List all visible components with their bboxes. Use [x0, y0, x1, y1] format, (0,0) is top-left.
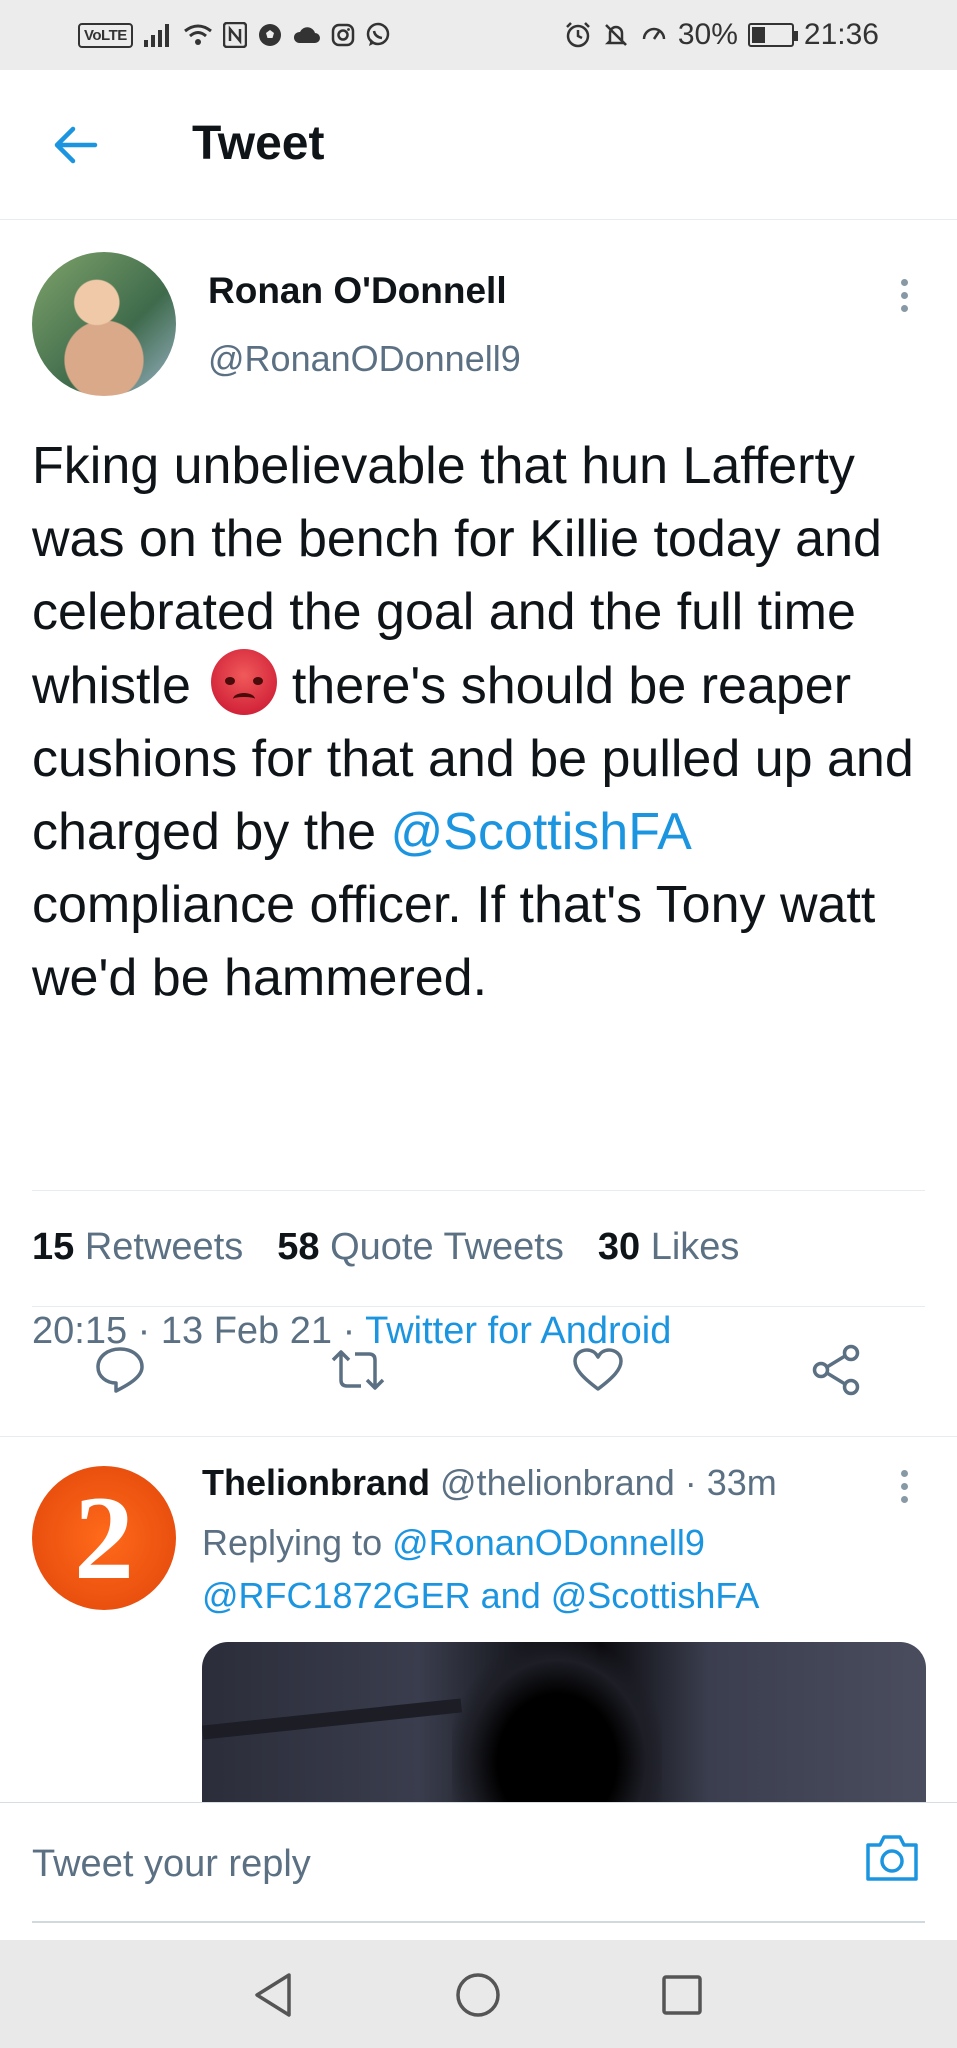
reply-mention-1[interactable]: @RonanODonnell9 — [392, 1522, 705, 1563]
reply-mention-2[interactable]: @RFC1872GER — [202, 1575, 471, 1616]
reply-mention-3[interactable]: @ScottishFA — [551, 1575, 760, 1616]
nav-recents-button[interactable] — [657, 1970, 707, 2020]
likes-stat[interactable]: 30 Likes — [598, 1226, 740, 1269]
reply-input[interactable] — [32, 1829, 822, 1899]
status-left: VoLTE — [78, 22, 391, 48]
composer-underline — [32, 1921, 925, 1923]
likes-count: 30 — [597, 1226, 641, 1268]
reply-time: 33m — [706, 1462, 777, 1503]
quotes-count: 58 — [277, 1226, 320, 1268]
tweet-stats: 15 Retweets 58 Quote Tweets 30 Likes — [32, 1226, 739, 1269]
wifi-icon — [183, 23, 213, 47]
nav-home-button[interactable] — [453, 1970, 503, 2020]
retweet-button[interactable] — [328, 1340, 388, 1400]
author-handle[interactable]: @RonanODonnell9 — [208, 338, 521, 380]
arrow-left-icon — [54, 126, 98, 164]
back-button[interactable] — [48, 118, 102, 172]
camera-icon — [866, 1835, 918, 1881]
retweet-icon — [331, 1350, 385, 1390]
author-name[interactable]: Ronan O'Donnell — [208, 270, 507, 312]
share-button[interactable] — [806, 1340, 866, 1400]
square-recents-icon — [662, 1975, 702, 2015]
reply-media-image[interactable] — [202, 1642, 926, 1802]
retweets-stat[interactable]: 15 Retweets — [32, 1226, 243, 1269]
signal-icon — [143, 22, 173, 48]
quotes-label: Quote Tweets — [330, 1226, 564, 1268]
battery-percent: 30% — [677, 18, 738, 51]
divider — [32, 1306, 925, 1307]
whatsapp-icon — [365, 22, 391, 48]
status-right: 30% 21:36 — [564, 18, 879, 52]
nfc-icon — [222, 22, 247, 48]
tweet-actions — [0, 1340, 957, 1400]
battery-icon — [747, 23, 798, 47]
page-title: Tweet — [192, 117, 325, 170]
camera-button[interactable] — [864, 1831, 920, 1887]
football-icon — [257, 22, 283, 48]
status-bar: VoLTE 30% 21:36 — [0, 0, 957, 70]
triangle-back-icon — [255, 1973, 291, 2017]
mute-icon — [602, 21, 630, 49]
retweets-count: 15 — [32, 1226, 75, 1268]
instagram-icon — [331, 23, 355, 47]
author-avatar[interactable] — [32, 252, 176, 396]
angry-face-emoji — [211, 649, 278, 715]
alarm-icon — [564, 21, 592, 49]
data-saver-icon — [640, 21, 668, 49]
volte-indicator: VoLTE — [78, 22, 133, 48]
quote-tweets-stat[interactable]: 58 Quote Tweets — [277, 1226, 564, 1269]
tweet-text-part3: compliance officer. If that's Tony watt … — [32, 876, 876, 1007]
top-bar: Tweet — [0, 70, 957, 220]
like-button[interactable] — [568, 1340, 628, 1400]
replying-label: Replying to — [202, 1522, 383, 1563]
comment-icon — [96, 1347, 144, 1393]
replying-to: Replying to @RonanODonnell9 @RFC1872GER … — [202, 1516, 922, 1622]
share-icon — [812, 1344, 860, 1396]
heart-icon — [573, 1348, 623, 1391]
more-options-icon[interactable] — [892, 275, 916, 319]
reply-composer — [0, 1802, 957, 1940]
mention-link[interactable]: @ScottishFA — [390, 803, 688, 861]
cloud-icon — [293, 25, 321, 45]
reply-more-options-icon[interactable] — [892, 1466, 916, 1510]
reply-author-avatar[interactable]: 2 — [32, 1466, 176, 1610]
tweet-text: Fking unbelievable that hun Lafferty was… — [32, 430, 932, 1015]
system-nav-bar — [0, 1940, 957, 2048]
reply-header: Thelionbrand @thelionbrand · 33m — [202, 1462, 777, 1503]
divider — [32, 1190, 925, 1191]
divider — [0, 1436, 957, 1437]
reply-author-handle[interactable]: @thelionbrand — [440, 1462, 675, 1503]
clock: 21:36 — [803, 18, 879, 51]
likes-label: Likes — [650, 1226, 740, 1268]
reply-and-label: and — [480, 1575, 541, 1616]
retweets-label: Retweets — [84, 1226, 244, 1268]
nav-back-button[interactable] — [248, 1970, 298, 2020]
reply-author-name[interactable]: Thelionbrand — [202, 1462, 430, 1503]
reply-button[interactable] — [90, 1340, 150, 1400]
circle-home-icon — [456, 1973, 500, 2017]
